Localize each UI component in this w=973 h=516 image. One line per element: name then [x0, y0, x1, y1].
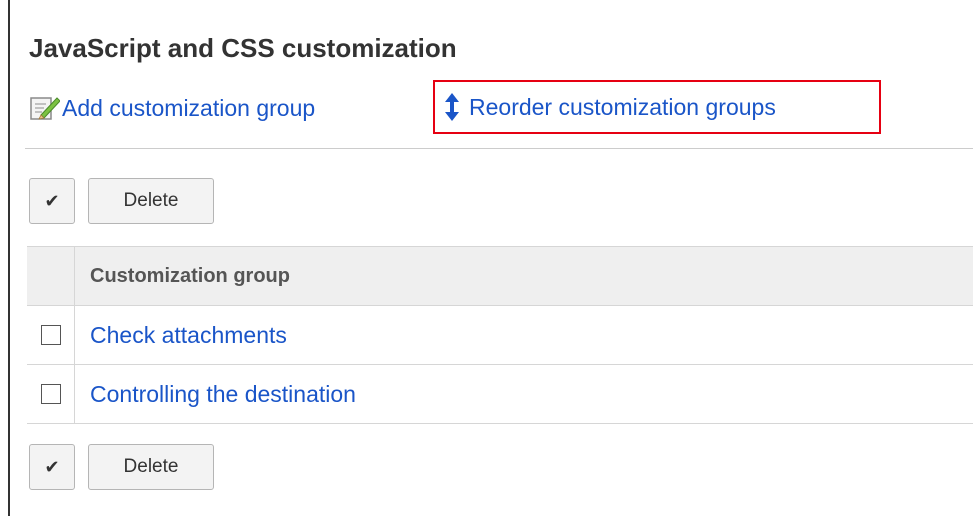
pencil-edit-icon: [30, 95, 61, 121]
customization-group-link[interactable]: Check attachments: [90, 322, 287, 348]
delete-button-top[interactable]: Delete: [88, 178, 214, 224]
row-name-cell: Controlling the destination: [74, 364, 973, 424]
table-row: Controlling the destination: [27, 364, 973, 424]
page-title: JavaScript and CSS customization: [29, 33, 457, 63]
content-panel: JavaScript and CSS customization Add cus…: [8, 0, 973, 516]
reorder-customization-groups-link[interactable]: Reorder customization groups: [433, 80, 881, 134]
add-customization-group-label: Add customization group: [62, 94, 316, 121]
select-all-button-bottom[interactable]: ✔: [29, 444, 75, 490]
table-row: Check attachments: [27, 305, 973, 365]
checkbox-column-header: [27, 246, 75, 306]
customization-group-link[interactable]: Controlling the destination: [90, 381, 356, 407]
row-name-cell: Check attachments: [74, 305, 973, 365]
add-customization-group-link[interactable]: Add customization group: [30, 88, 315, 128]
delete-button-bottom[interactable]: Delete: [88, 444, 214, 490]
customization-group-table: Customization group Check attachments Co…: [27, 246, 973, 424]
row-checkbox-cell: [27, 364, 75, 424]
customization-group-column-header: Customization group: [74, 246, 973, 306]
toolbar-divider: [25, 148, 973, 149]
up-down-arrow-icon: [443, 92, 461, 122]
select-all-button-top[interactable]: ✔: [29, 178, 75, 224]
table-header-row: Customization group: [27, 246, 973, 306]
row-checkbox-cell: [27, 305, 75, 365]
row-checkbox[interactable]: [40, 325, 61, 345]
reorder-customization-groups-label: Reorder customization groups: [469, 93, 776, 120]
toolbar: Add customization group Reorder customiz…: [10, 80, 973, 134]
row-checkbox[interactable]: [40, 384, 61, 404]
